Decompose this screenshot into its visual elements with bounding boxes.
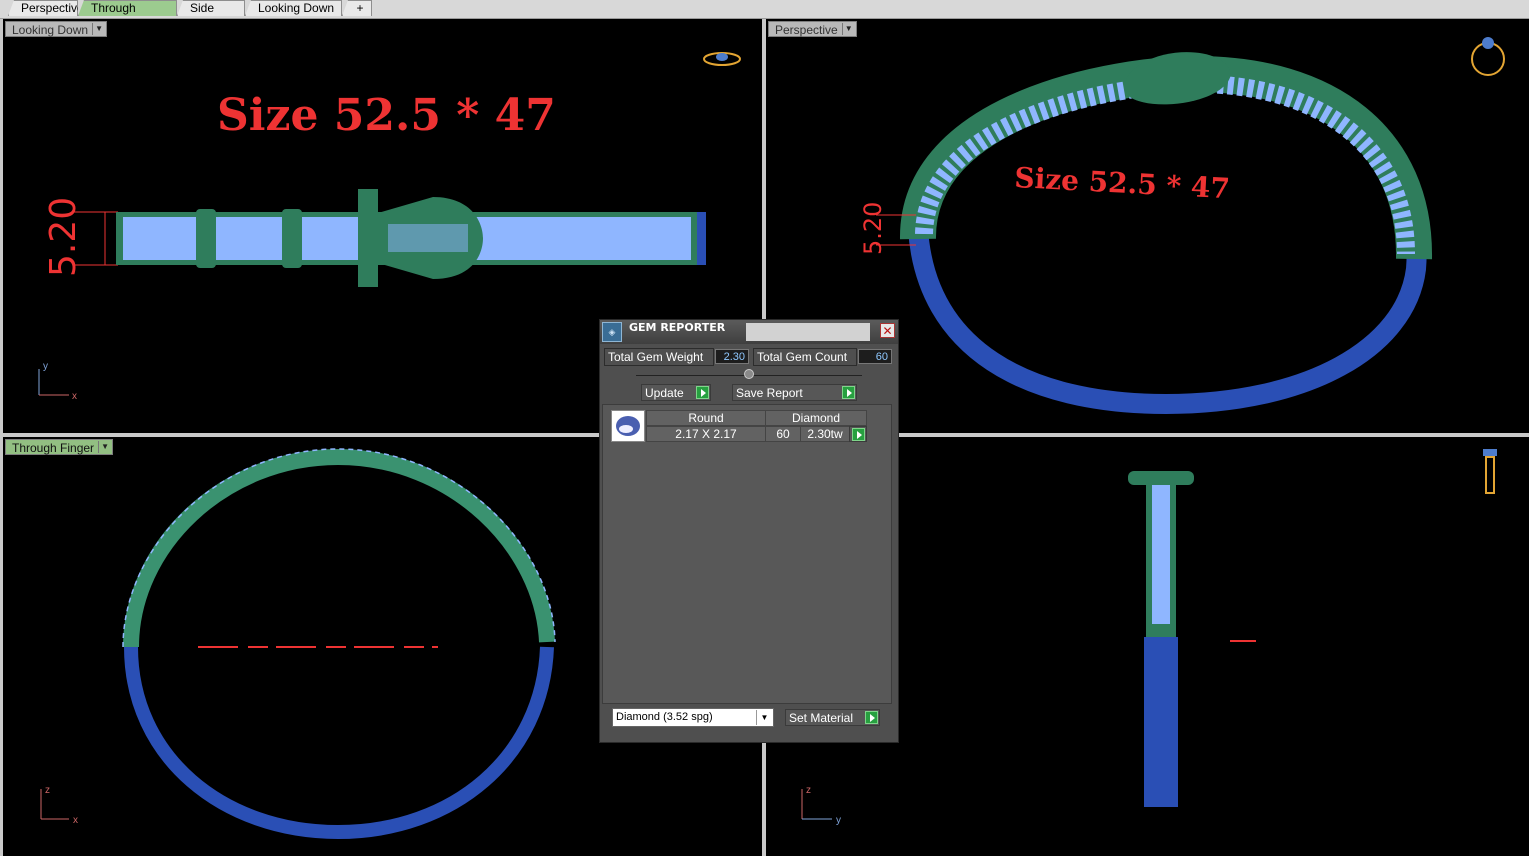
gem-row-go-button[interactable] [849, 426, 867, 442]
buckle-side [1128, 471, 1194, 485]
set-material-button-label: Set Material [789, 711, 854, 725]
gem-reporter-dialog: ◈ GEM REPORTER ✕ Total Gem Weight 2.30 T… [599, 319, 899, 743]
tab-perspective[interactable]: Perspective [8, 0, 78, 16]
play-arrow-icon [842, 386, 855, 399]
material-select[interactable]: Diamond (3.52 spg) ▼ [612, 708, 774, 727]
view-tab-bar: Perspective Through Finger Side View Loo… [0, 0, 1529, 19]
axis-label-x: x [72, 391, 77, 402]
band-lower [124, 646, 554, 840]
add-tab-button[interactable]: + [342, 0, 372, 16]
play-arrow-icon [865, 711, 878, 724]
update-button-label: Update [645, 386, 684, 400]
gem-material-cell: Diamond [765, 410, 867, 426]
dialog-title-bar[interactable]: ◈ GEM REPORTER ✕ [600, 320, 898, 344]
save-report-button[interactable]: Save Report [732, 384, 857, 401]
band-upper [123, 448, 555, 648]
total-gem-weight-value: 2.30 [715, 349, 749, 364]
tab-side-view[interactable]: Side View [177, 0, 245, 16]
ring-orientation-icon [1485, 456, 1495, 494]
size-annotation: Size 52.5 * 47 [217, 90, 556, 141]
gem-reporter-icon: ◈ [602, 322, 622, 342]
chevron-down-icon[interactable]: ▼ [756, 710, 772, 725]
play-arrow-icon [696, 386, 709, 399]
dialog-title: GEM REPORTER [629, 321, 726, 334]
save-report-button-label: Save Report [736, 386, 803, 400]
set-material-button[interactable]: Set Material [785, 709, 880, 726]
axis-label-z: z [45, 785, 50, 796]
tab-through-finger[interactable]: Through Finger [78, 0, 177, 16]
dimension-label: 5.20 [859, 202, 887, 255]
total-gem-count-label: Total Gem Count [753, 348, 857, 366]
tab-looking-down[interactable]: Looking Down [245, 0, 342, 16]
gem-list: Round Diamond 2.17 X 2.17 60 2.30tw [602, 404, 892, 704]
material-select-value: Diamond (3.52 spg) [616, 711, 713, 723]
gem-shape-cell: Round [646, 410, 766, 426]
size-annotation: Size 52.5 * 47 [1014, 161, 1231, 205]
total-gem-count-value: 60 [858, 349, 892, 364]
gem-size-cell: 2.17 X 2.17 [646, 426, 766, 442]
title-bar-shade [746, 323, 870, 341]
gem-count-cell: 60 [765, 426, 801, 442]
divider-slider-handle[interactable] [744, 369, 754, 379]
dimension-label: 5.20 [43, 197, 84, 277]
round-gem-icon [611, 410, 645, 442]
axis-label-y: y [836, 815, 841, 826]
gem-weight-cell: 2.30tw [800, 426, 850, 442]
band-side-lower [1144, 637, 1178, 807]
axis-label-x: x [73, 815, 78, 826]
play-arrow-icon [852, 428, 865, 441]
total-gem-weight-label: Total Gem Weight [604, 348, 714, 366]
axis-label-y: y [43, 361, 48, 372]
update-button[interactable]: Update [641, 384, 711, 401]
close-icon[interactable]: ✕ [880, 323, 895, 338]
axis-label-z: z [806, 785, 811, 796]
